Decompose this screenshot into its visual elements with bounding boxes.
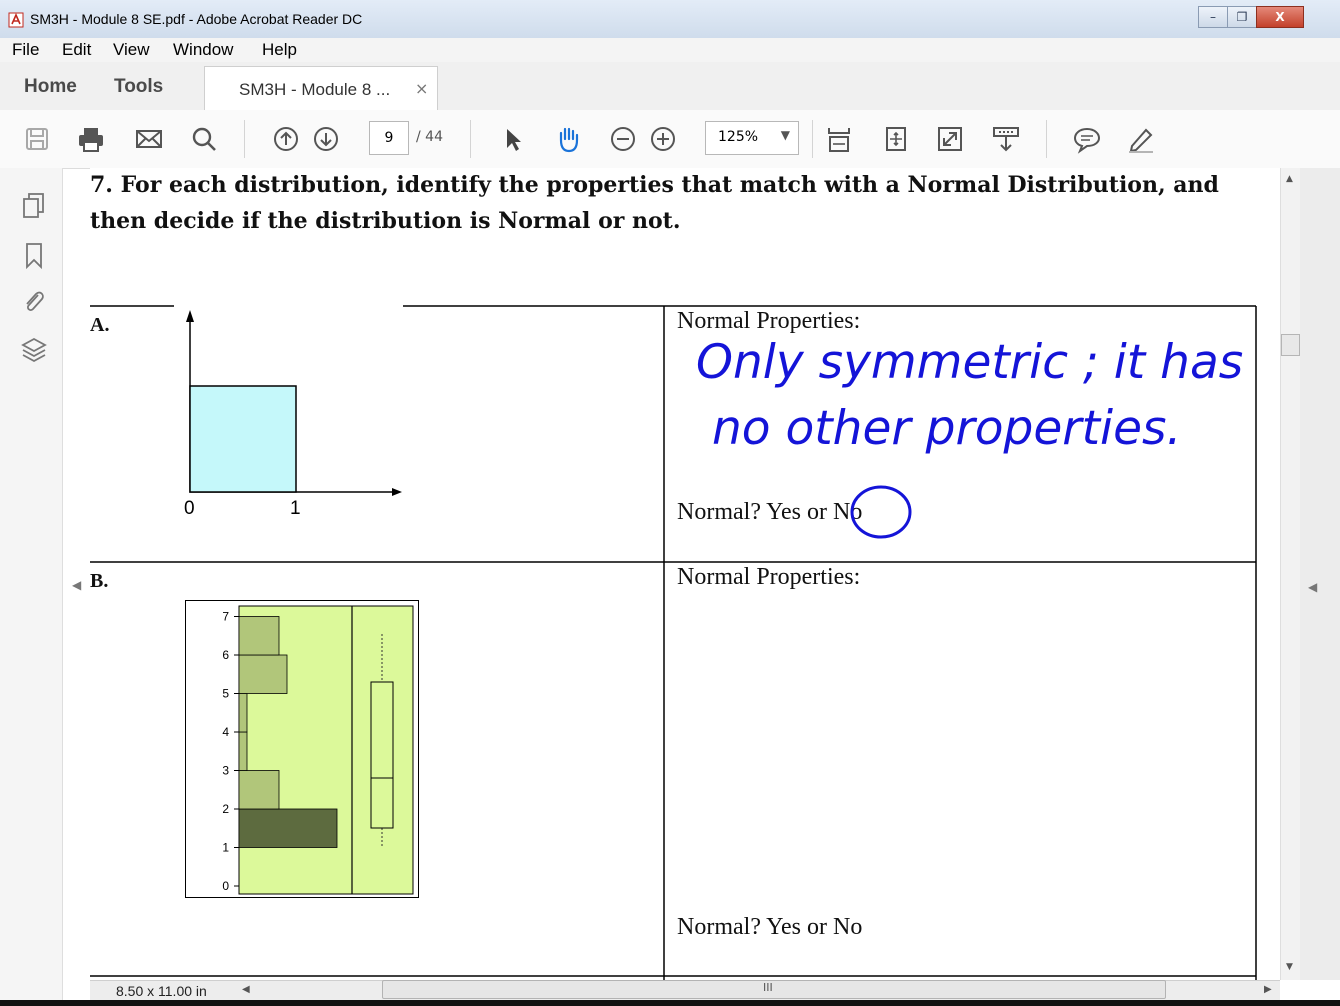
scroll-grip: III <box>763 981 773 994</box>
part-b-normal-question: Normal? Yes or No <box>677 914 863 940</box>
scroll-right-icon[interactable]: ▶ <box>1264 984 1272 995</box>
histogram-bar <box>238 731 248 771</box>
handwriting-line-2: no other properties. <box>712 401 1181 456</box>
y-tick-label: 3 <box>222 764 229 778</box>
right-pane: ◀ <box>1300 168 1340 980</box>
horizontal-scroll-thumb[interactable]: III <box>382 980 1166 999</box>
scroll-up-icon: ▲ <box>1286 174 1293 184</box>
zoom-select[interactable]: 125% ▼ <box>705 121 799 155</box>
comment-icon[interactable] <box>1072 124 1102 154</box>
axis-label-0: 0 <box>184 498 195 519</box>
part-b-properties-label: Normal Properties: <box>677 564 861 590</box>
bookmark-icon[interactable] <box>20 240 48 270</box>
minimize-icon[interactable]: – <box>1198 6 1228 28</box>
pages-icon[interactable] <box>20 190 48 220</box>
part-a-label: A. <box>90 314 110 336</box>
print-icon[interactable] <box>76 124 106 154</box>
window-title: SM3H - Module 8 SE.pdf - Adobe Acrobat R… <box>30 11 363 27</box>
vertical-scrollbar[interactable]: ▲ ▼ <box>1280 168 1301 980</box>
zoom-in-icon[interactable] <box>648 124 678 154</box>
y-tick-label: 5 <box>222 687 229 701</box>
y-tick-label: 1 <box>222 841 229 855</box>
rotate-icon[interactable] <box>881 124 911 154</box>
scroll-left-icon[interactable]: ◀ <box>242 984 250 995</box>
histogram-boxplot-graph: 7 6 5 4 3 2 1 0 <box>185 600 419 898</box>
zoom-out-icon[interactable] <box>608 124 638 154</box>
menu-view[interactable]: View <box>113 40 150 60</box>
menu-file[interactable]: File <box>12 40 39 60</box>
scroll-down-icon: ▼ <box>1286 962 1293 972</box>
acrobat-logo-icon <box>8 12 24 28</box>
tab-tools[interactable]: Tools <box>114 76 163 98</box>
restore-icon[interactable]: ❐ <box>1227 6 1257 28</box>
document-page: 7. For each distribution, identify the p… <box>90 168 1280 980</box>
histogram-bar <box>238 616 280 656</box>
part-b-label: B. <box>90 570 109 592</box>
full-screen-icon[interactable] <box>935 124 965 154</box>
vertical-scroll-thumb[interactable] <box>1281 334 1300 356</box>
handwritten-annotation: Only symmetric ; it has no other propert… <box>696 335 1243 456</box>
uniform-distribution-graph <box>186 310 402 496</box>
page-number-input[interactable]: 9 <box>369 121 409 155</box>
tab-bar: Home Tools SM3H - Module 8 ... × <box>0 62 1340 111</box>
search-icon[interactable] <box>189 124 219 154</box>
email-icon[interactable] <box>134 124 164 154</box>
hand-icon[interactable] <box>553 124 583 154</box>
collapse-right-icon[interactable]: ◀ <box>1308 580 1317 594</box>
zoom-value: 125% <box>718 129 759 145</box>
prev-page-icon[interactable] <box>271 124 301 154</box>
y-tick-label: 4 <box>222 725 229 739</box>
histogram-bar <box>238 654 288 694</box>
tab-close-icon[interactable]: × <box>415 79 428 98</box>
axis-label-1: 1 <box>290 498 301 519</box>
select-arrow-icon[interactable] <box>498 124 528 154</box>
left-navigation-pane <box>0 168 63 1006</box>
answer-circle <box>850 485 912 539</box>
tab-document-label: SM3H - Module 8 ... <box>239 80 391 99</box>
menu-window[interactable]: Window <box>173 40 233 60</box>
window-title-bar: SM3H - Module 8 SE.pdf - Adobe Acrobat R… <box>0 0 1340 39</box>
save-icon[interactable] <box>22 124 52 154</box>
toolbar <box>0 110 1340 169</box>
chevron-down-icon: ▼ <box>780 128 790 142</box>
histogram-bar <box>238 770 280 810</box>
part-a-normal-question: Normal? Yes or No <box>677 499 863 525</box>
menu-bar: File Edit View Window Help <box>0 38 1340 62</box>
y-tick-label: 7 <box>222 610 229 624</box>
y-tick-label: 0 <box>222 879 229 893</box>
histogram-bar <box>238 808 338 848</box>
collapse-left-icon[interactable]: ◀ <box>72 578 81 592</box>
attachment-icon[interactable] <box>20 286 48 316</box>
handwriting-line-1: Only symmetric ; it has <box>696 335 1243 390</box>
taskbar-edge <box>0 1000 1340 1006</box>
tab-home[interactable]: Home <box>24 76 77 98</box>
read-mode-icon[interactable] <box>991 124 1021 154</box>
tab-document[interactable]: SM3H - Module 8 ... × <box>204 66 438 111</box>
y-tick-label: 6 <box>222 648 229 662</box>
histogram-bar <box>238 693 248 733</box>
menu-help[interactable]: Help <box>262 40 297 60</box>
menu-edit[interactable]: Edit <box>62 40 91 60</box>
fit-page-icon[interactable] <box>824 124 854 154</box>
y-tick-label: 2 <box>222 802 229 816</box>
close-icon[interactable]: X <box>1256 6 1304 28</box>
next-page-icon[interactable] <box>311 124 341 154</box>
highlight-pen-icon[interactable] <box>1126 124 1156 154</box>
layers-icon[interactable] <box>20 334 48 364</box>
page-total: / 44 <box>416 129 443 145</box>
page-size: 8.50 x 11.00 in <box>116 983 207 999</box>
